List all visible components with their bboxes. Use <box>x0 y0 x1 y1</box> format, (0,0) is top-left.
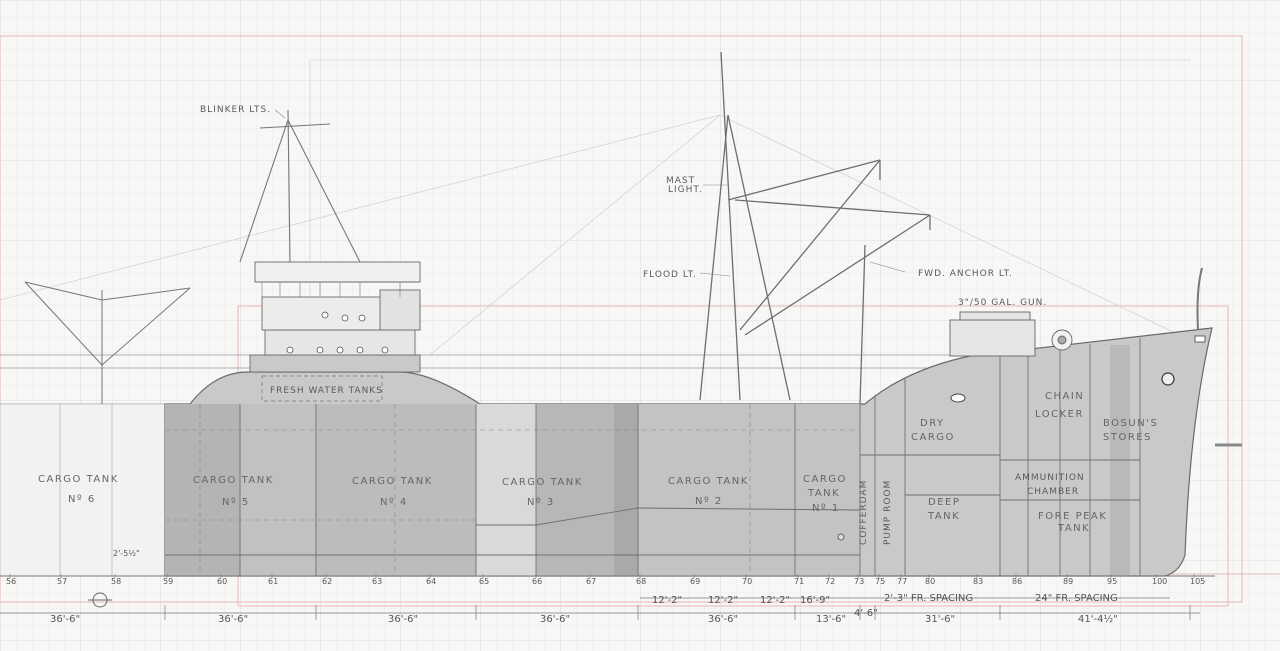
mast-light-label-2: LIGHT. <box>668 185 703 195</box>
drawing-canvas: BLINKER LTS. MAST LIGHT. FLOOD LT. FWD. … <box>0 0 1280 651</box>
bosuns-stores-label-2: STORES <box>1103 432 1152 443</box>
cargo-tank-2-label: CARGO TANK <box>668 476 749 487</box>
dimension-8: 12'-2" <box>760 595 790 606</box>
frame-number: 72 <box>825 577 835 586</box>
ammunition-chamber-label-1: AMMUNITION <box>1015 473 1085 483</box>
frame-number: 69 <box>690 577 700 586</box>
frame-number: 70 <box>742 577 752 586</box>
fore-peak-tank-label-2: TANK <box>1057 523 1090 534</box>
frame-number: 105 <box>1190 577 1205 586</box>
dimension-1: 36'-6" <box>50 614 80 625</box>
deep-tank-label-2: TANK <box>927 511 960 522</box>
dimension-6: 12'-2" <box>652 595 682 606</box>
frame-number: 77 <box>897 577 907 586</box>
chain-locker-label-1: CHAIN <box>1045 391 1084 402</box>
fresh-water-tanks-label: FRESH WATER TANKS <box>270 386 383 396</box>
frame-number: 58 <box>111 577 121 586</box>
cargo-tank-2-number: Nº 2 <box>695 496 723 507</box>
small-dimension-label: 2'-5½" <box>113 549 140 558</box>
cargo-tank-1-number: Nº 1 <box>812 503 840 514</box>
cofferdam-label: COFFERDAM <box>859 480 869 545</box>
dry-cargo-label-1: DRY <box>920 418 945 429</box>
frame-spacing-b: 24" FR. SPACING <box>1035 593 1118 604</box>
cargo-tank-4-label: CARGO TANK <box>352 476 433 487</box>
dry-cargo-label-2: CARGO <box>911 432 955 443</box>
frame-number: 75 <box>875 577 885 586</box>
dimension-7: 12'-2" <box>708 595 738 606</box>
ammunition-chamber-label-2: CHAMBER <box>1027 487 1079 497</box>
frame-number: 67 <box>586 577 596 586</box>
frame-number: 83 <box>973 577 983 586</box>
frame-number: 64 <box>426 577 436 586</box>
dimension-12: 31'-6" <box>925 614 955 625</box>
cargo-tank-6-label: CARGO TANK <box>38 474 119 485</box>
frame-number: 68 <box>636 577 646 586</box>
dimension-10: 13'-6" <box>816 614 846 625</box>
cargo-tank-6-number: Nº 6 <box>68 494 96 505</box>
ship-profile-drawing: BLINKER LTS. MAST LIGHT. FLOOD LT. FWD. … <box>0 0 1280 651</box>
fwd-anchor-light-label: FWD. ANCHOR LT. <box>918 269 1013 279</box>
dimension-9: 16'-9" <box>800 595 830 606</box>
frame-number: 65 <box>479 577 489 586</box>
frame-number: 66 <box>532 577 542 586</box>
dimension-3: 36'-6" <box>388 614 418 625</box>
bridge-superstructure <box>249 261 421 373</box>
cargo-tank-3-label: CARGO TANK <box>502 477 583 488</box>
flood-light-label: FLOOD LT. <box>643 270 697 280</box>
frame-number: 59 <box>163 577 173 586</box>
gun-label: 3"/50 GAL. GUN. <box>958 298 1047 308</box>
cargo-tank-4-number: Nº 4 <box>380 497 408 508</box>
dimension-5: 36'-6" <box>708 614 738 625</box>
aft-hull-section <box>0 403 166 577</box>
frame-spacing-a: 2'-3" FR. SPACING <box>884 593 973 604</box>
frame-number: 56 <box>6 577 16 586</box>
dimension-11: 4'-6" <box>854 608 878 619</box>
dimension-4: 36'-6" <box>540 614 570 625</box>
blinker-lights-label: BLINKER LTS. <box>200 105 271 115</box>
dimension-13: 41'-4½" <box>1078 613 1118 625</box>
bosuns-stores-label-1: BOSUN'S <box>1103 418 1158 429</box>
frame-number: 89 <box>1063 577 1073 586</box>
cargo-tank-1-label-b: TANK <box>807 488 840 499</box>
frame-number: 80 <box>925 577 935 586</box>
frame-number: 63 <box>372 577 382 586</box>
dimension-2: 36'-6" <box>218 614 248 625</box>
frame-number: 61 <box>268 577 278 586</box>
frame-number: 71 <box>794 577 804 586</box>
fore-peak-tank-label-1: FORE PEAK <box>1038 511 1107 522</box>
frame-number: 60 <box>217 577 227 586</box>
pump-room-label: PUMP ROOM <box>883 480 893 545</box>
frame-number: 73 <box>854 577 864 586</box>
frame-number: 95 <box>1107 577 1117 586</box>
cargo-tank-3-number: Nº 3 <box>527 497 555 508</box>
frame-number: 86 <box>1012 577 1022 586</box>
cargo-tank-5-label: CARGO TANK <box>193 475 274 486</box>
frame-number: 100 <box>1152 577 1167 586</box>
cargo-tank-1-label-a: CARGO <box>803 474 847 485</box>
cargo-tank-5-number: Nº 5 <box>222 497 250 508</box>
frame-number: 62 <box>322 577 332 586</box>
deep-tank-label-1: DEEP <box>928 497 960 508</box>
chain-locker-label-2: LOCKER <box>1035 409 1084 420</box>
frame-number: 57 <box>57 577 67 586</box>
